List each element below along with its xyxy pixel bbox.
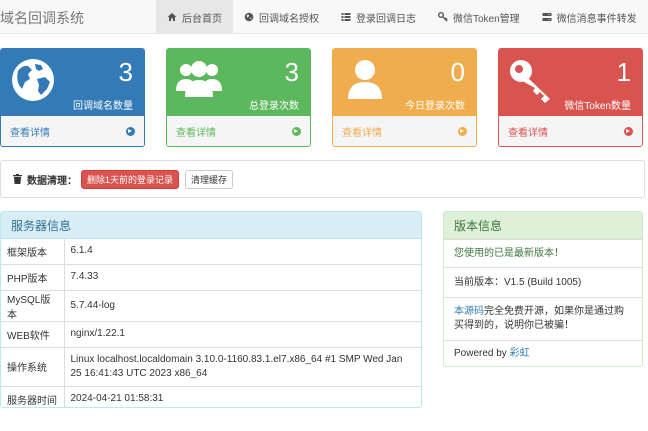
card-label: 总登录次数 [249,101,299,112]
card-domain-count: 3 回调域名数量 查看详情 [0,48,145,147]
table-row: PHP版本 7.4.33 [1,263,421,290]
key-icon [438,12,448,22]
nav-label: 回调域名授权 [259,13,319,25]
source-link[interactable]: 本源码 [454,306,484,317]
table-row: 服务器时间 2024-04-21 01:58:31 [1,385,421,407]
details-text: 查看详情 [176,127,216,139]
server-info-table: 框架版本 6.1.4 PHP版本 7.4.33 MySQL版本 5.7.44-l… [1,239,421,407]
details-text: 查看详情 [10,127,50,139]
card-header: 0 今日登录次数 [333,49,476,116]
server-info-panel: 服务器信息 框架版本 6.1.4 PHP版本 7.4.33 MySQL版本 5.… [0,211,422,408]
panel-title: 服务器信息 [1,212,421,239]
row-key: 服务器时间 [1,385,65,407]
table-row: 操作系统 Linux localhost.localdomain 3.10.0-… [1,346,421,386]
author-link[interactable]: 彩虹 [510,347,530,361]
nav-item-message-forward[interactable]: 微信消息事件转发 [531,0,648,34]
row-key: WEB软件 [1,320,65,347]
card-header: 1 微信Token数量 [499,49,642,116]
nav-item-home[interactable]: 后台首页 [156,0,233,34]
list-icon [341,12,351,22]
user-icon [340,55,390,105]
main-nav: 后台首页 回调域名授权 登录回调日志 微信Token管理 微信消息事件转发 [156,0,648,34]
powered-by: Powered by 彩虹 [444,340,642,366]
globe-icon [244,12,254,22]
nav-item-login-log[interactable]: 登录回调日志 [330,0,427,34]
nav-label: 后台首页 [182,13,222,25]
latest-version-notice: 您使用的已是最新版本！ [444,239,642,267]
card-header: 3 总登录次数 [167,49,310,116]
trash-icon [13,174,22,184]
delete-old-logs-button[interactable]: 删除1天前的登录记录 [81,169,180,189]
row-key: 操作系统 [1,346,65,386]
top-navbar: 域名回调系统 后台首页 回调域名授权 登录回调日志 微信Token管理 微信消息… [0,0,648,34]
nav-label: 微信Token管理 [453,13,520,25]
users-icon [174,55,224,105]
arrow-right-circle-icon [292,126,301,136]
table-row: MySQL版本 5.7.44-log [1,289,421,321]
arrow-right-circle-icon [126,126,135,136]
cleanup-label: 数据清理： [27,175,77,187]
card-total-logins: 3 总登录次数 查看详情 [166,48,311,147]
card-value: 3 [284,57,299,87]
nav-label: 微信消息事件转发 [556,13,637,25]
data-cleanup-bar: 数据清理： 删除1天前的登录记录 清理缓存 [0,160,645,198]
card-value: 0 [450,57,465,87]
card-header: 3 回调域名数量 [1,49,144,116]
nav-item-domain-auth[interactable]: 回调域名授权 [233,0,330,34]
card-details-link[interactable]: 查看详情 [167,116,310,146]
card-today-logins: 0 今日登录次数 查看详情 [332,48,477,147]
card-value: 1 [616,57,631,87]
row-value: 7.4.33 [64,263,421,290]
nav-item-token[interactable]: 微信Token管理 [427,0,531,34]
panel-title: 版本信息 [444,212,642,239]
card-label: 回调域名数量 [73,101,133,112]
card-token-count: 1 微信Token数量 查看详情 [498,48,643,147]
row-value: Linux localhost.localdomain 3.10.0-1160.… [64,346,421,386]
card-label: 微信Token数量 [564,101,631,112]
card-value: 3 [118,57,133,87]
key-icon [506,55,556,105]
row-value: 2024-04-21 01:58:31 [64,385,421,407]
nav-label: 登录回调日志 [356,13,416,25]
details-text: 查看详情 [342,127,382,139]
row-value: 5.7.44-log [64,289,421,321]
card-details-link[interactable]: 查看详情 [499,116,642,146]
row-key: 框架版本 [1,239,65,264]
source-notice: 本源码完全免费开源，如果你是通过购买得到的，说明你已被骗！ [444,297,642,340]
card-details-link[interactable]: 查看详情 [1,116,144,146]
row-value: 6.1.4 [70,245,93,257]
card-details-link[interactable]: 查看详情 [333,116,476,146]
row-key: PHP版本 [1,263,65,290]
clear-cache-button[interactable]: 清理缓存 [185,169,234,189]
row-value: nginx/1.22.1 [64,320,421,347]
details-text: 查看详情 [508,127,548,139]
server-icon [542,12,552,22]
row-key: MySQL版本 [1,289,65,321]
table-row: 框架版本 6.1.4 [1,239,421,264]
arrow-right-circle-icon [624,126,633,136]
current-version: 当前版本：V1.5 (Build 1005) [444,267,642,297]
arrow-right-circle-icon [458,126,467,136]
globe-icon [8,55,58,105]
version-info-panel: 版本信息 您使用的已是最新版本！ 当前版本：V1.5 (Build 1005) … [443,211,643,367]
table-row: WEB软件 nginx/1.22.1 [1,320,421,347]
home-icon [167,12,177,22]
card-label: 今日登录次数 [405,101,465,112]
powered-by-text: Powered by [454,347,510,359]
brand-title[interactable]: 域名回调系统 [0,8,84,28]
